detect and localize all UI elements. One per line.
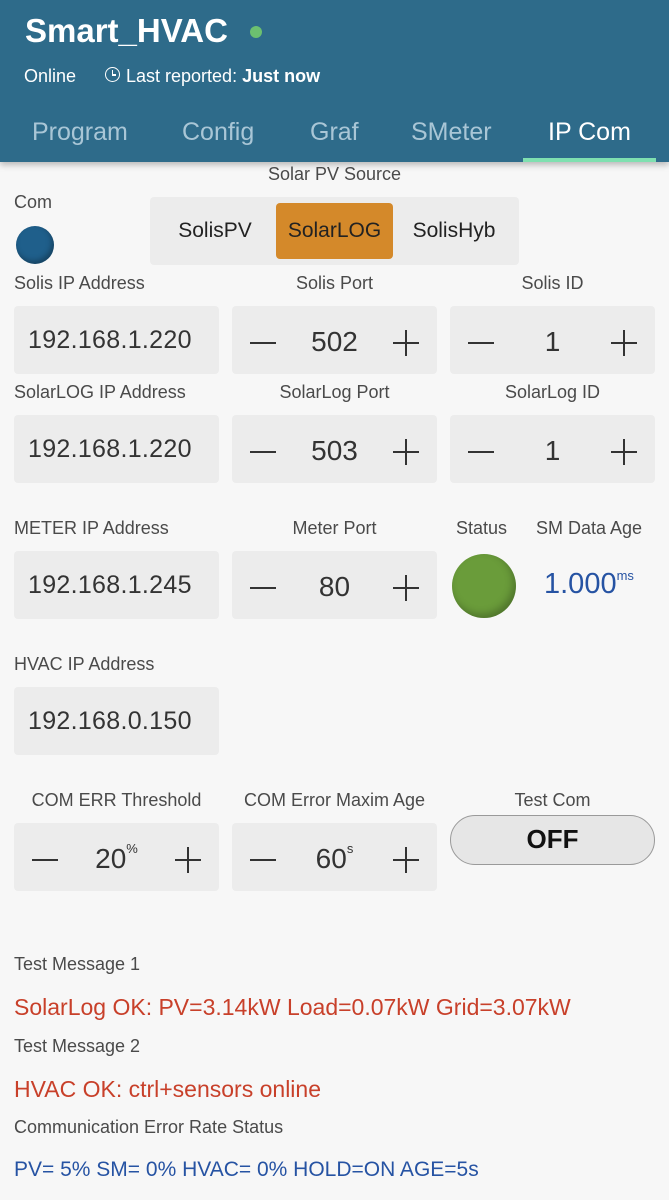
solarlog-id-label: SolarLog ID: [504, 382, 601, 402]
sm-data-age-value: 1.000: [544, 568, 617, 600]
solarlog-port-plus-button[interactable]: [393, 439, 419, 465]
solis-id-label: Solis ID: [521, 273, 584, 293]
solar-source-solarlog[interactable]: SolarLOG: [276, 203, 393, 259]
solarlog-port-stepper: 503: [232, 415, 437, 483]
test-com-toggle[interactable]: OFF: [450, 815, 655, 865]
solar-source-solishyb[interactable]: SolisHyb: [397, 203, 511, 259]
solarlog-id-stepper: 1: [450, 415, 655, 483]
solar-source-label: Solar PV Source: [267, 164, 402, 184]
com-err-threshold-value: 20: [95, 843, 127, 874]
solar-source-solispv[interactable]: SolisPV: [158, 203, 272, 259]
com-label: Com: [14, 192, 53, 212]
meter-ip-value: 192.168.1.245: [28, 571, 192, 599]
solarlog-ip-value: 192.168.1.220: [28, 435, 192, 463]
app-title: Smart_HVAC: [25, 12, 228, 49]
app-header: Smart_HVAC Online Last reported: Just no…: [0, 0, 669, 162]
tab-graf[interactable]: Graf: [310, 118, 359, 147]
tab-ip-com[interactable]: IP Com: [548, 118, 631, 147]
sm-data-age-label: SM Data Age: [536, 518, 643, 538]
test-message-1: SolarLog OK: PV=3.14kW Load=0.07kW Grid=…: [14, 994, 571, 1020]
tab-smeter[interactable]: SMeter: [411, 118, 492, 147]
last-reported-value: Just now: [242, 66, 321, 86]
meter-ip-field[interactable]: 192.168.1.245: [14, 551, 219, 619]
meter-port-plus-button[interactable]: [393, 575, 419, 601]
test-com-label: Test Com: [514, 790, 591, 810]
hvac-ip-field[interactable]: 192.168.0.150: [14, 687, 219, 755]
last-reported: Last reported: Just now: [126, 66, 320, 87]
solarlog-port-label: SolarLog Port: [279, 382, 390, 402]
com-err-max-age-unit: s: [346, 841, 354, 856]
sm-data-age: 1.000ms: [544, 568, 634, 601]
com-err-max-age-plus-button[interactable]: [393, 847, 419, 873]
solis-port-plus-button[interactable]: [393, 330, 419, 356]
com-err-threshold-stepper: 20%: [14, 823, 219, 891]
clock-icon: [105, 67, 120, 82]
com-err-max-age-stepper: 60s: [232, 823, 437, 891]
solis-id-stepper: 1: [450, 306, 655, 374]
solis-port-label: Solis Port: [295, 273, 374, 293]
meter-status-label: Status: [456, 518, 508, 538]
test-message-2: HVAC OK: ctrl+sensors online: [14, 1076, 321, 1102]
tab-config[interactable]: Config: [182, 118, 254, 147]
com-err-max-age-value: 60: [315, 843, 347, 874]
hvac-ip-label: HVAC IP Address: [14, 654, 155, 674]
com-err-threshold-label: COM ERR Threshold: [31, 790, 202, 810]
com-err-threshold-unit: %: [126, 841, 138, 856]
com-err-max-age-label: COM Error Maxim Age: [243, 790, 426, 810]
tab-program[interactable]: Program: [32, 118, 128, 147]
meter-port-label: Meter Port: [292, 518, 377, 538]
com-status-led: [16, 226, 54, 264]
active-tab-indicator: [523, 158, 656, 162]
com-err-threshold-plus-button[interactable]: [175, 847, 201, 873]
test-message-2-label: Test Message 2: [14, 1036, 141, 1056]
sm-data-age-unit: ms: [616, 568, 634, 583]
solarlog-ip-label: SolarLOG IP Address: [14, 382, 186, 402]
hvac-ip-value: 192.168.0.150: [28, 707, 192, 735]
solar-source-selector: SolisPV SolarLOG SolisHyb: [150, 197, 519, 265]
last-reported-prefix: Last reported:: [126, 66, 238, 86]
com-error-rate-status: PV= 5% SM= 0% HVAC= 0% HOLD=ON AGE=5s: [14, 1158, 479, 1181]
tab-bar: Program Config Graf SMeter IP Com: [0, 104, 669, 162]
com-error-rate-label: Communication Error Rate Status: [14, 1117, 284, 1137]
solis-id-plus-button[interactable]: [611, 330, 637, 356]
solis-ip-field[interactable]: 192.168.1.220: [14, 306, 219, 374]
solis-ip-label: Solis IP Address: [14, 273, 145, 293]
solarlog-ip-field[interactable]: 192.168.1.220: [14, 415, 219, 483]
meter-status-led: [452, 554, 516, 618]
solis-port-stepper: 502: [232, 306, 437, 374]
test-message-1-label: Test Message 1: [14, 954, 141, 974]
solis-ip-value: 192.168.1.220: [28, 326, 192, 354]
meter-ip-label: METER IP Address: [14, 518, 169, 538]
online-indicator-dot: [250, 26, 262, 38]
meter-port-stepper: 80: [232, 551, 437, 619]
solarlog-id-plus-button[interactable]: [611, 439, 637, 465]
device-status: Online: [24, 66, 77, 86]
